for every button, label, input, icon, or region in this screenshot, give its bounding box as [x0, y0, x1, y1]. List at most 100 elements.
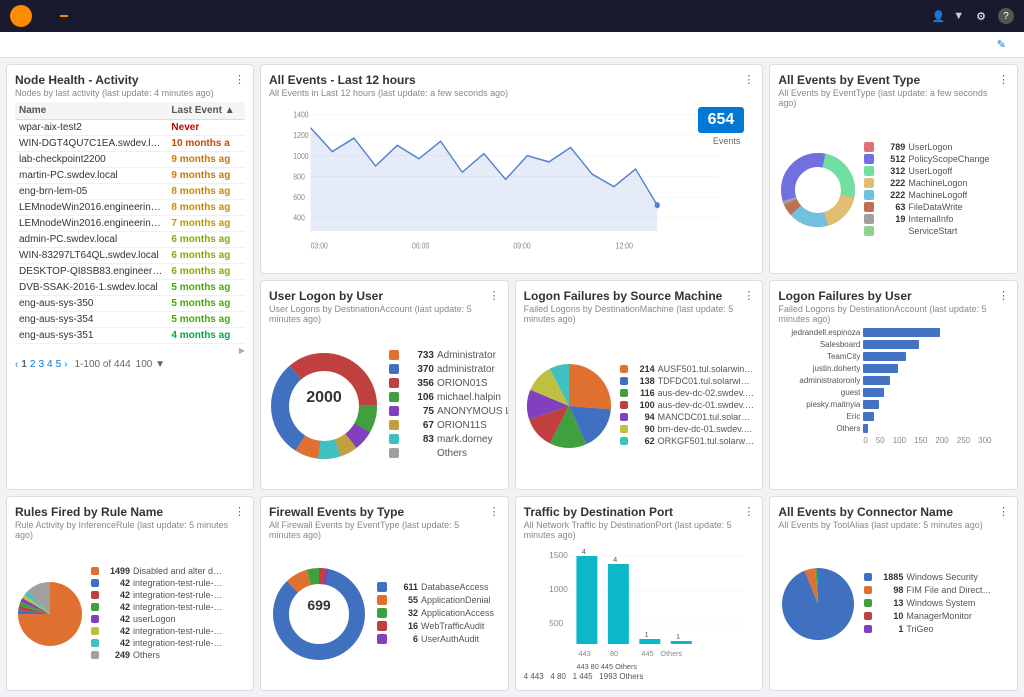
legend-value: 16	[390, 621, 418, 631]
user-logon-menu[interactable]: ⋮	[489, 289, 500, 302]
hbar-bar	[863, 328, 940, 337]
table-row: LEMnodeWin2016.engineering.lab.brno 7 mo…	[15, 216, 245, 232]
legend-label: MachineLogoff	[908, 190, 967, 200]
legend-item: ServiceStart	[864, 226, 1009, 236]
hbar-row: justin.doherty	[778, 364, 1009, 373]
table-row: wpar-aix-test2 Never	[15, 120, 245, 136]
legend-value: 83	[402, 434, 434, 445]
nav-item-rules[interactable]	[132, 15, 140, 17]
hbar-label: Eric	[778, 412, 860, 421]
next-btn[interactable]: ›	[64, 359, 67, 370]
legend-item: 116 aus-dev-dc-02.swdev.local	[620, 388, 755, 398]
legend-value: 106	[402, 392, 434, 403]
legend-item: 733 Administrator	[389, 350, 509, 361]
page-4[interactable]: 4	[47, 359, 53, 370]
nav-item-nodes[interactable]	[108, 15, 116, 17]
table-row: eng-brn-lem-05 8 months ag	[15, 184, 245, 200]
edit-icon: ✎	[997, 38, 1006, 51]
legend-item: 13 Windows System	[864, 598, 1009, 608]
lfu-menu[interactable]: ⋮	[998, 289, 1009, 302]
legend-label: TriGeo	[906, 624, 933, 634]
table-row: lab-checkpoint2200 9 months ag	[15, 152, 245, 168]
lastevent-col-header: Last Event ▲	[167, 102, 245, 120]
legend-label: integration-test-rule-with-mail-a...	[133, 626, 223, 636]
legend-item: 214 AUSF501.tul.solarwinds.net	[620, 364, 755, 374]
legend-value: 75	[402, 406, 434, 417]
table-row: WIN-DGT4QU7C1EA.swdev.local 10 months a	[15, 136, 245, 152]
legend-label: mark.dorney	[437, 434, 493, 445]
legend-value: 100	[631, 400, 655, 410]
all-events-menu[interactable]: ⋮	[743, 73, 754, 86]
connector-title: All Events by Connector Name	[778, 505, 982, 519]
hbar-bar	[863, 340, 919, 349]
help-icon[interactable]: ?	[998, 8, 1014, 24]
legend-item: 98 FIM File and Directory .txt	[864, 585, 1009, 595]
node-health-menu[interactable]: ⋮	[234, 73, 245, 86]
lfu-x-labels: 050100150200250300	[863, 436, 1009, 445]
nav-item-events[interactable]	[84, 15, 92, 17]
legend-item: 10 ManagerMonitor	[864, 611, 1009, 621]
hbar-label: Salesboard	[778, 340, 860, 349]
page-2[interactable]: 2	[30, 359, 36, 370]
legend-label: aus-dev-dc-02.swdev.local	[658, 388, 755, 398]
svg-text:445: 445	[641, 650, 653, 658]
legend-color	[377, 634, 387, 644]
rules-menu[interactable]: ⋮	[234, 505, 245, 518]
traffic-menu[interactable]: ⋮	[743, 505, 754, 518]
table-row: DVB-SSAK-2016-1.swdev.local 5 months ag	[15, 280, 245, 296]
legend-color	[389, 392, 399, 402]
nav-items	[60, 15, 920, 17]
edit-dashboard-button[interactable]: ✎	[997, 38, 1010, 51]
legend-label: TDFDC01.tul.solarwinds.net	[658, 376, 755, 386]
legend-value: 55	[390, 595, 418, 605]
legend-label: aus-dev-dc-01.swdev.local	[658, 400, 755, 410]
legend-item: 42 integration-test-rule-with-mail-a...	[91, 590, 245, 600]
page-3[interactable]: 3	[38, 359, 44, 370]
legend-value: 32	[390, 608, 418, 618]
legend-label: Windows Security	[906, 572, 978, 582]
svg-text:09:00: 09:00	[513, 241, 530, 251]
firewall-menu[interactable]: ⋮	[489, 505, 500, 518]
svg-text:400: 400	[293, 213, 305, 223]
nav-item-groups[interactable]	[156, 15, 164, 17]
all-events-card: All Events - Last 12 hours All Events in…	[260, 64, 763, 274]
per-page-select[interactable]: 100 ▼	[136, 359, 165, 370]
table-row: eng-aus-sys-351 4 months ag	[15, 328, 245, 344]
node-name-cell: lab-checkpoint2200	[15, 152, 167, 168]
svg-text:1000: 1000	[549, 585, 568, 594]
connector-menu[interactable]: ⋮	[998, 505, 1009, 518]
connector-subtitle: All Events by ToolAlias (last update: 5 …	[778, 520, 982, 530]
legend-label: administrator	[437, 364, 495, 375]
legend-color	[91, 615, 99, 623]
legend-label: ServiceStart	[908, 226, 957, 236]
gear-icon[interactable]: ⚙	[976, 10, 986, 23]
page-1[interactable]: 1	[21, 359, 27, 370]
legend-label: MachineLogon	[908, 178, 967, 188]
legend-label: ORION01S	[437, 378, 488, 389]
page-5[interactable]: 5	[56, 359, 62, 370]
main-dashboard: Node Health - Activity Nodes by last act…	[0, 58, 1024, 697]
legend-color	[620, 425, 628, 433]
node-health-title: Node Health - Activity	[15, 73, 214, 87]
nav-item-dashboard[interactable]	[60, 15, 68, 17]
svg-text:4: 4	[613, 556, 617, 564]
user-logon-card: User Logon by User User Logons by Destin…	[260, 280, 509, 490]
legend-label: AUSF501.tul.solarwinds.net	[658, 364, 755, 374]
lfu-subtitle: Failed Logons by DestinationAccount (las…	[778, 304, 998, 324]
prev-btn[interactable]: ‹	[15, 359, 18, 370]
svg-text:1: 1	[676, 633, 680, 641]
legend-item: 55 ApplicationDenial	[377, 595, 500, 605]
legend-value: 1	[875, 624, 903, 634]
legend-color	[91, 651, 99, 659]
legend-color	[864, 612, 872, 620]
hbar-bar	[863, 424, 868, 433]
svg-text:2000: 2000	[306, 389, 342, 406]
user-area[interactable]: 👤 ▼	[932, 10, 965, 23]
node-event-cell: 6 months ag	[167, 232, 245, 248]
traffic-chart-area: 1500 1000 500 4 4 1 1 443 80 445 Others	[524, 544, 755, 684]
node-event-cell: Never	[167, 120, 245, 136]
legend-value: 312	[877, 166, 905, 176]
events-by-type-menu[interactable]: ⋮	[998, 73, 1009, 86]
type-chart: 789 UserLogon 512 PolicyScopeChange 312 …	[778, 112, 1009, 267]
logon-src-menu[interactable]: ⋮	[743, 289, 754, 302]
